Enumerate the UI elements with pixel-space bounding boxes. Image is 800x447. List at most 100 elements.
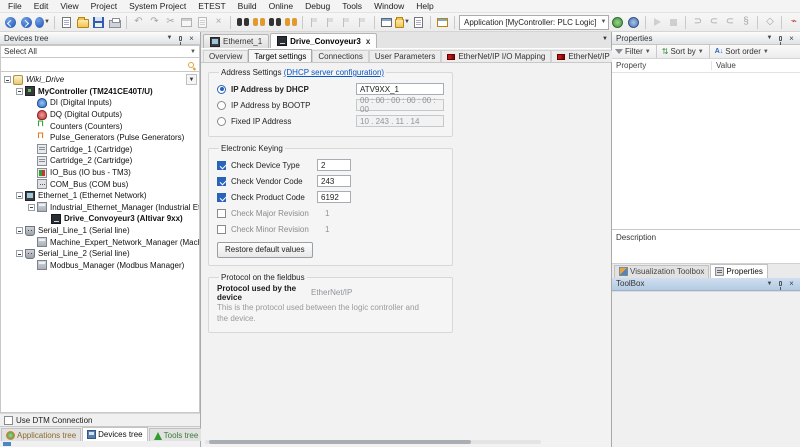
expander-icon[interactable] (28, 203, 35, 211)
tree-item-machine-expert-network-manager[interactable]: Machine_Expert_Network_Manager (Machine … (1, 236, 199, 248)
step-over-icon[interactable]: ⊃ (690, 15, 705, 30)
copy-icon[interactable] (179, 15, 194, 30)
tree-item-com-bus[interactable]: COM_Bus (COM bus) (1, 178, 199, 190)
pin-icon[interactable] (775, 278, 786, 290)
device-type-field[interactable]: 2 (317, 159, 351, 171)
scrollbar-thumb[interactable] (209, 440, 472, 444)
tree-filter-dropdown[interactable]: Select All ▼ (0, 45, 200, 58)
tab-properties[interactable]: Properties (710, 263, 768, 278)
horizontal-scrollbar[interactable] (205, 440, 541, 444)
panel-menu-icon[interactable]: ▼ (164, 33, 175, 44)
history-dropdown-icon[interactable]: ▼ (35, 15, 50, 30)
tab-list-dropdown-icon[interactable]: ▼ (602, 36, 608, 42)
tree-item-serial-line-2[interactable]: Serial_Line_2 (Serial line) (1, 248, 199, 260)
replace-icon[interactable] (283, 15, 298, 30)
new-doc-icon[interactable] (411, 15, 426, 30)
tree-item-counters[interactable]: Counters (Counters) (1, 118, 199, 132)
expander-icon[interactable] (16, 192, 23, 200)
tree-item-controller[interactable]: MyController (TM241CE40T/U) (1, 86, 199, 98)
expander-icon[interactable] (16, 227, 23, 235)
tree-item-drive-convoyeur3[interactable]: Drive_Convoyeur3 (Altivar 9xx) (1, 213, 199, 225)
close-icon[interactable]: × (786, 33, 797, 44)
close-tab-icon[interactable]: x (366, 37, 370, 46)
sort-by-button[interactable]: ⇅ Sort by ▼ (662, 47, 704, 56)
bookmark-toggle-icon[interactable] (307, 15, 322, 30)
menu-view[interactable]: View (54, 1, 84, 11)
bookmark-prev-icon[interactable] (339, 15, 354, 30)
delete-icon[interactable]: × (211, 15, 226, 30)
breakpoint-icon[interactable]: ◇ (762, 15, 777, 30)
find-next-icon[interactable] (251, 15, 266, 30)
step-into-icon[interactable]: ⊂ (706, 15, 721, 30)
toolbox-body[interactable] (612, 290, 800, 447)
property-column-header[interactable]: Property (612, 61, 712, 70)
bookmark-next-icon[interactable] (323, 15, 338, 30)
fixed-ip-field[interactable]: 10 . 243 . 11 . 14 (356, 115, 444, 127)
new-file-icon[interactable] (59, 15, 74, 30)
open-folder-icon[interactable] (75, 15, 90, 30)
menu-online[interactable]: Online (263, 1, 300, 11)
step-out-icon[interactable]: ⊂ (722, 15, 737, 30)
value-column-header[interactable]: Value (712, 61, 736, 70)
tree-dropdown-icon[interactable]: ▼ (186, 74, 197, 85)
bookmark-clear-icon[interactable] (355, 15, 370, 30)
panel-menu-icon[interactable]: ▼ (764, 278, 775, 289)
close-icon[interactable]: × (786, 278, 797, 289)
cut-icon[interactable]: ✂ (163, 15, 178, 30)
ip-by-dhcp-radio[interactable] (217, 84, 226, 94)
check-vendor-code-checkbox[interactable] (217, 176, 226, 186)
product-code-field[interactable]: 6192 (317, 191, 351, 203)
run-icon[interactable] (650, 15, 665, 30)
tab-overview[interactable]: Overview (203, 50, 249, 62)
logout-icon[interactable] (626, 15, 641, 30)
check-product-code-checkbox[interactable] (217, 192, 226, 202)
check-major-revision-checkbox[interactable] (217, 208, 226, 218)
tree-item-industrial-ethernet-manager[interactable]: Industrial_Ethernet_Manager (Industrial … (1, 202, 199, 214)
tab-drive-convoyeur3[interactable]: Drive_Convoyeur3 x (270, 33, 378, 48)
paste-icon[interactable] (195, 15, 210, 30)
search-icon[interactable] (188, 61, 194, 68)
tree-item-modbus-manager[interactable]: Modbus_Manager (Modbus Manager) (1, 260, 199, 272)
reset-icon[interactable]: § (738, 15, 753, 30)
tree-item-cartridge-1[interactable]: Cartridge_1 (Cartridge) (1, 144, 199, 156)
bootp-mac-field[interactable]: 00 : 00 : 00 : 00 : 00 : 00 (356, 96, 444, 114)
menu-tools[interactable]: Tools (336, 1, 368, 11)
tab-devices-tree[interactable]: Devices tree (82, 427, 148, 441)
menu-etest[interactable]: ETEST (192, 1, 231, 11)
use-dtm-checkbox[interactable] (4, 415, 13, 425)
check-minor-revision-checkbox[interactable] (217, 224, 226, 234)
search-input[interactable] (4, 60, 188, 69)
tab-tools-tree[interactable]: Tools tree (148, 428, 204, 441)
tab-ethernetip-io-mapping[interactable]: EtherNet/IP I/O Mapping (441, 50, 552, 62)
vendor-code-field[interactable]: 243 (317, 175, 351, 187)
tree-item-dq[interactable]: DQ (Digital Outputs) (1, 109, 199, 121)
panel-menu-icon[interactable]: ▼ (764, 33, 775, 44)
filter-button[interactable]: Filter ▼ (615, 47, 651, 56)
tab-user-parameters[interactable]: User Parameters (368, 50, 442, 62)
redo-icon[interactable]: ↷ (147, 15, 162, 30)
tab-target-settings[interactable]: Target settings (248, 49, 313, 62)
tree-item-io-bus[interactable]: IO_Bus (IO bus - TM3) (1, 167, 199, 179)
menu-project[interactable]: Project (85, 1, 123, 11)
restore-default-values-button[interactable]: Restore default values (217, 242, 313, 258)
menu-help[interactable]: Help (410, 1, 439, 11)
new-folder-icon[interactable]: ▼ (395, 15, 410, 30)
undo-icon[interactable]: ↶ (131, 15, 146, 30)
application-selector[interactable]: Application [MyController: PLC Logic] ▼ (459, 14, 610, 30)
window-cascade-icon[interactable] (379, 15, 394, 30)
login-icon[interactable] (610, 15, 625, 30)
menu-edit[interactable]: Edit (28, 1, 55, 11)
tree-item-project[interactable]: Wiki_Drive (1, 74, 199, 86)
menu-build[interactable]: Build (232, 1, 263, 11)
menu-file[interactable]: File (2, 1, 28, 11)
dhcp-server-configuration-link[interactable]: (DHCP server configuration) (284, 68, 384, 77)
tab-connections[interactable]: Connections (312, 50, 369, 62)
tab-applications-tree[interactable]: Applications tree (1, 428, 82, 441)
tree-item-di[interactable]: DI (Digital Inputs) (1, 97, 199, 109)
expander-icon[interactable] (16, 250, 23, 258)
calendar-icon[interactable] (435, 15, 450, 30)
ip-by-bootp-radio[interactable] (217, 100, 226, 110)
tab-ethernet-1[interactable]: Ethernet_1 (203, 34, 270, 48)
menu-debug[interactable]: Debug (299, 1, 336, 11)
back-icon[interactable] (3, 15, 18, 30)
